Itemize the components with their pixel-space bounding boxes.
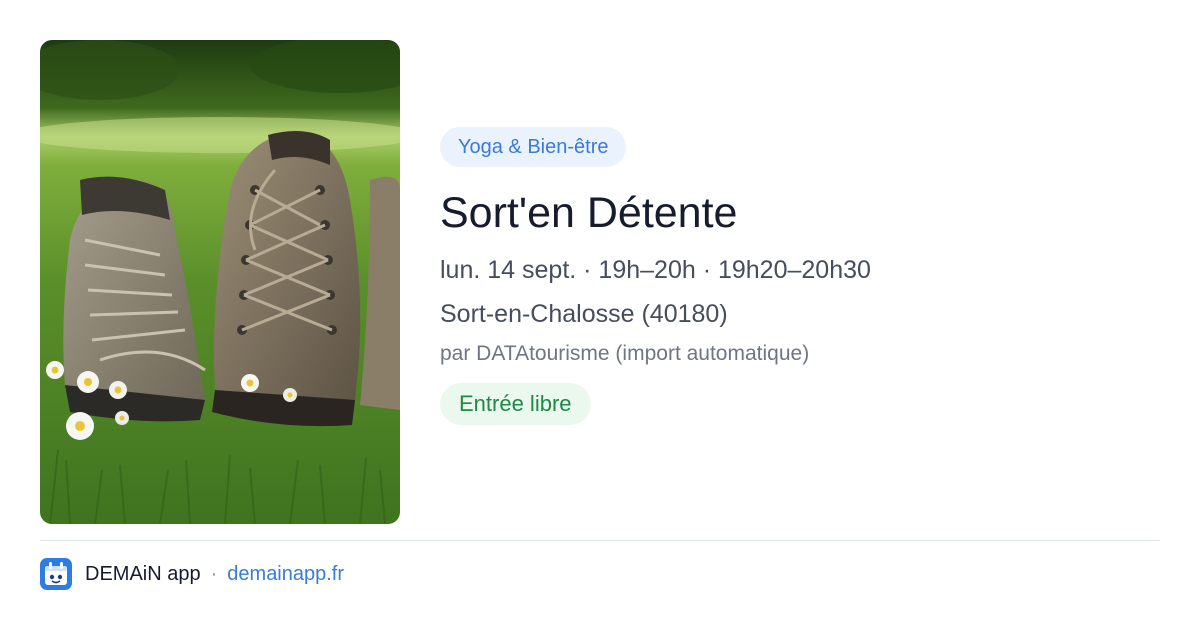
footer-divider — [40, 540, 1160, 541]
event-location: Sort-en-Chalosse (40180) — [440, 300, 728, 328]
event-photo — [40, 40, 400, 524]
footer: DEMAiN app · demainapp.fr — [40, 558, 344, 590]
price-badge: Entrée libre — [440, 383, 591, 425]
demain-app-icon — [40, 558, 72, 590]
app-website-link[interactable]: demainapp.fr — [227, 563, 344, 586]
event-share-card: Yoga & Bien-être Sort'en Détente lun. 14… — [0, 0, 1200, 630]
event-source: par DATAtourisme (import automatique) — [440, 342, 810, 365]
footer-separator: · — [210, 562, 218, 585]
event-info: Yoga & Bien-être Sort'en Détente lun. 14… — [440, 127, 1160, 425]
category-badge: Yoga & Bien-être — [440, 127, 627, 167]
event-schedule: lun. 14 sept. · 19h–20h · 19h20–20h30 — [440, 256, 871, 284]
app-name: DEMAiN app — [85, 562, 201, 585]
event-title: Sort'en Détente — [440, 189, 738, 237]
